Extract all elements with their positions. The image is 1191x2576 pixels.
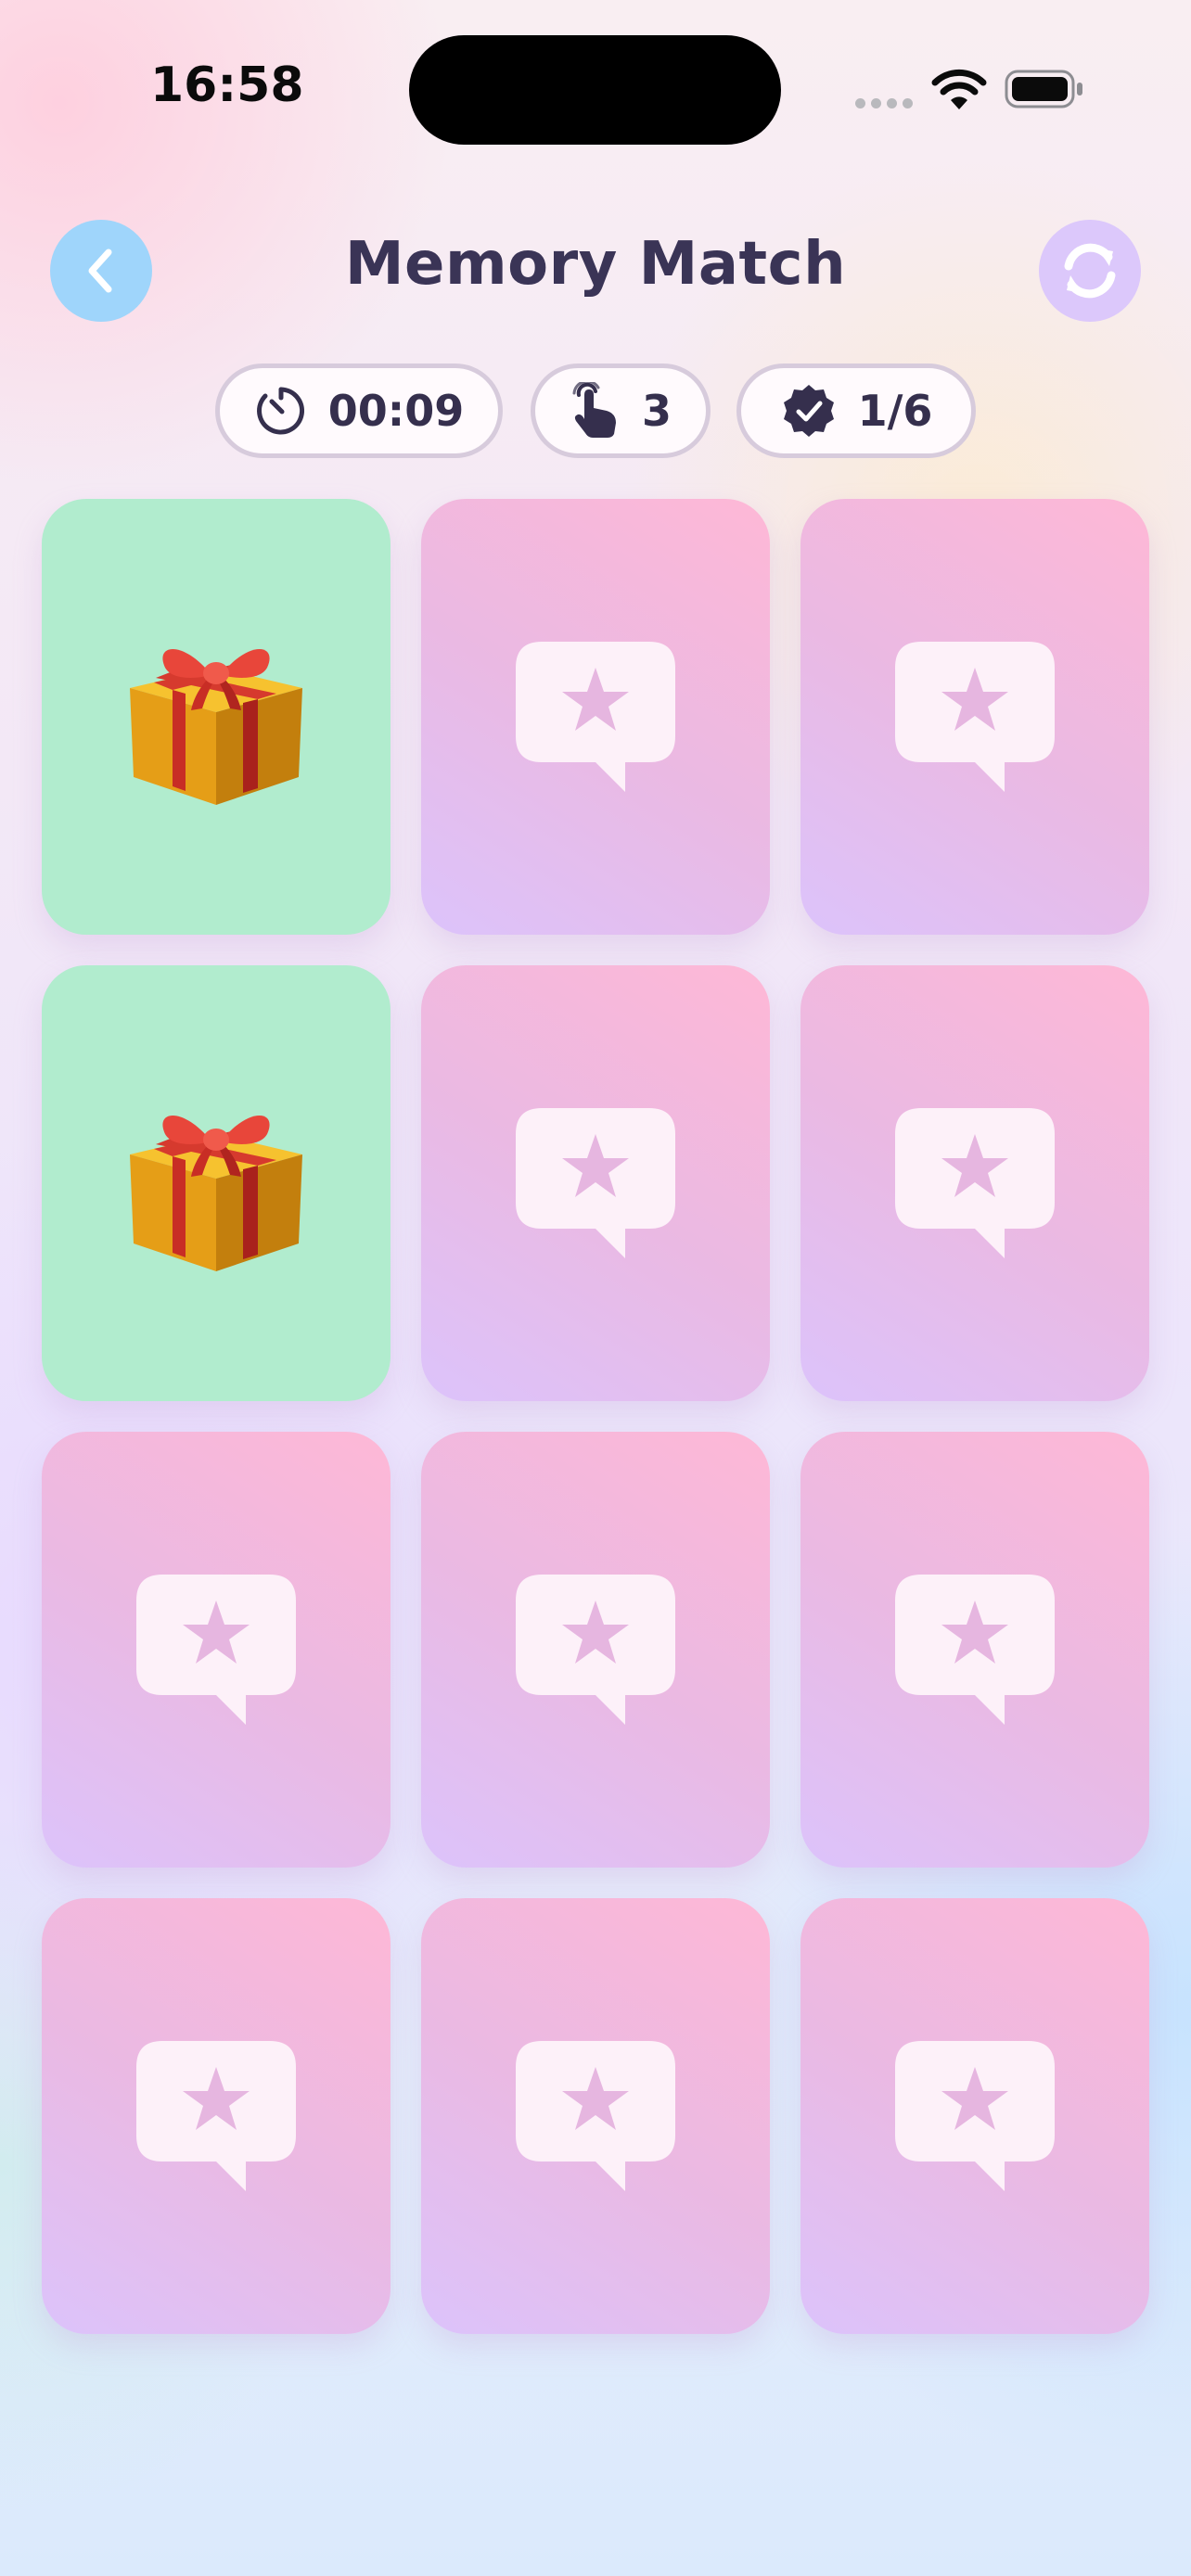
card-9[interactable] [800,1432,1149,1868]
star-bubble-icon [895,2041,1055,2191]
matches-pill: 1/6 [736,363,976,458]
card-5[interactable] [421,965,770,1401]
star-bubble-icon [516,1108,675,1258]
card-2[interactable] [421,499,770,935]
timer-pill: 00:09 [215,363,503,458]
moves-value: 3 [641,386,672,436]
card-4[interactable] [42,965,391,1401]
status-time: 16:58 [150,57,304,113]
card-1[interactable] [42,499,391,935]
timer-value: 00:09 [327,386,465,436]
star-bubble-icon [516,642,675,792]
dynamic-island [409,35,781,145]
matches-value: 1/6 [857,386,933,436]
gift-icon [130,1115,302,1271]
card-3[interactable] [800,499,1149,935]
tap-hand-icon [572,382,616,438]
page-title: Memory Match [344,230,847,299]
star-bubble-icon [895,642,1055,792]
card-12[interactable] [800,1898,1149,2334]
cellular-signal-icon [855,98,913,111]
card-7[interactable] [42,1432,391,1868]
battery-icon [1005,70,1082,108]
card-10[interactable] [42,1898,391,2334]
gift-icon [130,648,302,805]
timer-icon [256,387,304,435]
star-bubble-icon [895,1108,1055,1258]
restart-button[interactable] [1039,220,1141,322]
verified-badge-icon [783,385,834,437]
restart-arrows-icon [1064,243,1116,299]
card-8[interactable] [421,1432,770,1868]
card-11[interactable] [421,1898,770,2334]
card-grid [42,499,1149,2335]
star-bubble-icon [895,1575,1055,1725]
card-6[interactable] [800,965,1149,1401]
star-bubble-icon [136,2041,296,2191]
star-bubble-icon [516,2041,675,2191]
star-bubble-icon [516,1575,675,1725]
star-bubble-icon [136,1575,296,1725]
wifi-icon [931,69,987,109]
moves-pill: 3 [531,363,711,458]
